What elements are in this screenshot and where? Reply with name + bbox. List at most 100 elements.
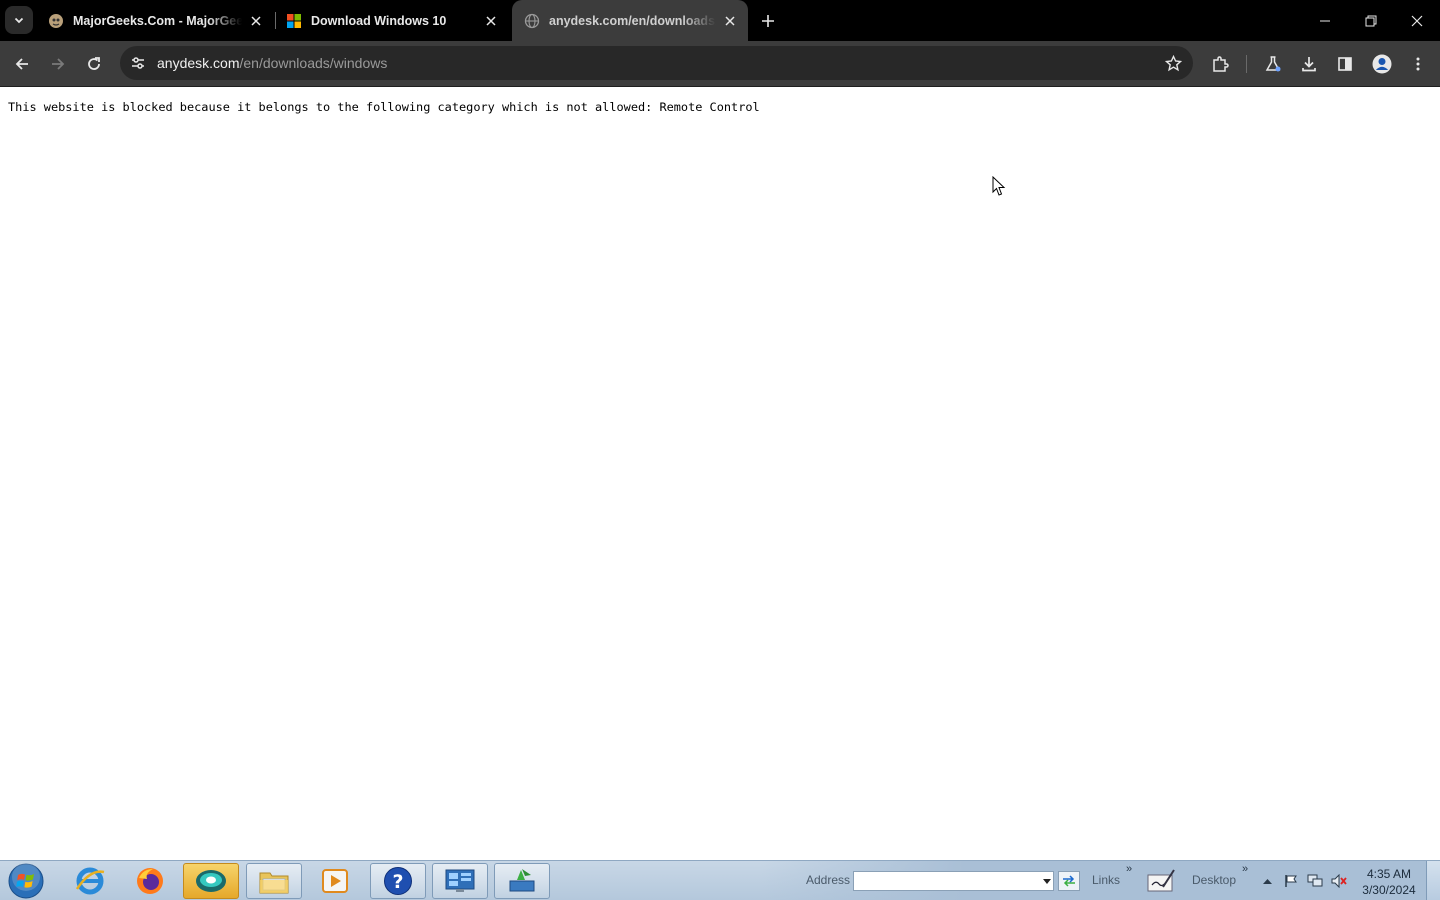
installer-icon: [509, 869, 535, 892]
arrow-right-icon: [52, 58, 65, 70]
address-go-button[interactable]: [1058, 871, 1080, 891]
folder-icon: [259, 872, 289, 894]
blocked-message: This website is blocked because it belon…: [8, 100, 760, 114]
media-player-icon: [322, 869, 348, 893]
chevron-up-icon: [1262, 879, 1272, 884]
minimize-icon: [1320, 20, 1330, 21]
control-panel-taskbar-button[interactable]: [432, 863, 488, 899]
globe-icon: [524, 13, 540, 28]
desktop-chevron-button[interactable]: »: [1242, 863, 1248, 875]
start-button[interactable]: [6, 862, 46, 900]
majorgeeks-favicon: [49, 13, 63, 28]
url-path: /en/downloads/windows: [239, 55, 388, 71]
svg-text:?: ?: [392, 871, 403, 893]
new-tab-button[interactable]: [756, 9, 780, 33]
tab-title: MajorGeeks.Com - MajorGeeks: [73, 13, 242, 28]
tab-majorgeeks[interactable]: MajorGeeks.Com - MajorGeeks: [36, 0, 274, 41]
links-toolbar-label: Links: [1092, 873, 1121, 887]
puzzle-icon: [1213, 56, 1229, 72]
bookmark-button[interactable]: [1161, 51, 1185, 75]
mouse-cursor-icon: [992, 176, 1006, 196]
dropdown-arrow-icon: [1043, 878, 1051, 884]
toolbar-separator: [1246, 55, 1247, 73]
tab-strip: MajorGeeks.Com - MajorGeeks Download Win…: [0, 0, 1440, 41]
browser-toolbar: anydesk.com/en/downloads/windows: [0, 41, 1440, 86]
downloads-button[interactable]: [1294, 49, 1324, 79]
menu-button[interactable]: [1403, 49, 1433, 79]
chrome-canary-icon: [196, 870, 226, 892]
system-clock[interactable]: 4:35 AM 3/30/2024: [1358, 866, 1420, 898]
tune-icon: [132, 57, 144, 69]
close-icon: [725, 15, 735, 26]
control-panel-icon: [445, 869, 475, 892]
star-icon: [1164, 54, 1182, 71]
internet-explorer-taskbar-button[interactable]: [62, 863, 118, 899]
network-icon: [1307, 874, 1323, 887]
microsoft-favicon: [287, 13, 301, 28]
tab-close-button[interactable]: [246, 11, 266, 31]
media-player-taskbar-button[interactable]: [307, 863, 363, 899]
plus-icon: [762, 15, 774, 27]
tab-close-button[interactable]: [720, 11, 740, 31]
restore-button[interactable]: [1348, 0, 1394, 41]
tab-close-button[interactable]: [481, 11, 501, 31]
back-button[interactable]: [7, 49, 37, 79]
side-panel-icon: [1338, 57, 1352, 71]
links-chevron-button[interactable]: »: [1126, 863, 1132, 875]
windows-orb-icon: [8, 863, 44, 899]
clock-time: 4:35 AM: [1366, 867, 1412, 881]
chrome-taskbar-button[interactable]: [183, 863, 239, 899]
show-hidden-icons-button[interactable]: [1259, 873, 1275, 889]
help-taskbar-button[interactable]: ?: [370, 863, 426, 899]
taskbar: ? Address Links » Desktop » 4:35 AM 3/30…: [0, 860, 1440, 900]
extensions-button[interactable]: [1205, 49, 1235, 79]
tab-search-button[interactable]: [5, 6, 33, 34]
url-host: anydesk.com: [157, 55, 240, 71]
show-desktop-button[interactable]: [1426, 861, 1440, 900]
reload-button[interactable]: [79, 49, 109, 79]
tab-title: Download Windows 10: [311, 13, 447, 28]
profile-button[interactable]: [1367, 49, 1397, 79]
address-dropdown-button[interactable]: [1040, 871, 1054, 891]
close-window-button[interactable]: [1394, 0, 1440, 41]
installer-taskbar-button[interactable]: [494, 863, 550, 899]
close-icon: [486, 15, 496, 26]
flask-icon: [1265, 56, 1281, 72]
more-vert-icon: [1416, 57, 1420, 71]
firefox-taskbar-button[interactable]: [122, 863, 178, 899]
notepad-pen-icon: [1147, 869, 1175, 892]
tab-anydesk[interactable]: anydesk.com/en/downloads/windows: [512, 0, 748, 41]
forward-button[interactable]: [43, 49, 73, 79]
network-button[interactable]: [1307, 873, 1323, 889]
go-arrows-icon: [1063, 875, 1075, 887]
tab-download-windows[interactable]: Download Windows 10: [274, 0, 509, 41]
clock-date: 3/30/2024: [1362, 883, 1416, 897]
desktop-toolbar-label: Desktop: [1192, 873, 1237, 887]
address-toolbar-label: Address: [806, 873, 851, 887]
notepad-taskbar-button[interactable]: [1140, 863, 1182, 899]
address-toolbar-input[interactable]: [853, 871, 1054, 891]
address-bar[interactable]: anydesk.com/en/downloads/windows: [120, 46, 1193, 80]
firefox-icon: [137, 868, 163, 894]
volume-button[interactable]: [1331, 873, 1347, 889]
avatar-icon: [1372, 54, 1392, 74]
tab-title: anydesk.com/en/downloads/windows: [549, 13, 716, 28]
action-center-button[interactable]: [1283, 873, 1299, 889]
side-panel-button[interactable]: [1330, 49, 1360, 79]
volume-muted-icon: [1331, 874, 1347, 888]
flag-icon: [1285, 875, 1297, 887]
url-text[interactable]: anydesk.com/en/downloads/windows: [157, 55, 387, 71]
page-content: This website is blocked because it belon…: [0, 87, 1440, 860]
reload-icon: [88, 57, 100, 70]
file-explorer-taskbar-button[interactable]: [246, 863, 302, 899]
internet-explorer-icon: [75, 867, 105, 895]
restore-icon: [1365, 15, 1377, 26]
labs-button[interactable]: [1258, 49, 1288, 79]
site-info-button[interactable]: [126, 51, 150, 75]
chevron-down-icon: [14, 17, 24, 24]
arrow-left-icon: [15, 58, 28, 70]
close-icon: [1411, 15, 1423, 26]
minimize-button[interactable]: [1302, 0, 1348, 41]
close-icon: [251, 15, 261, 26]
help-icon: ?: [384, 867, 412, 895]
